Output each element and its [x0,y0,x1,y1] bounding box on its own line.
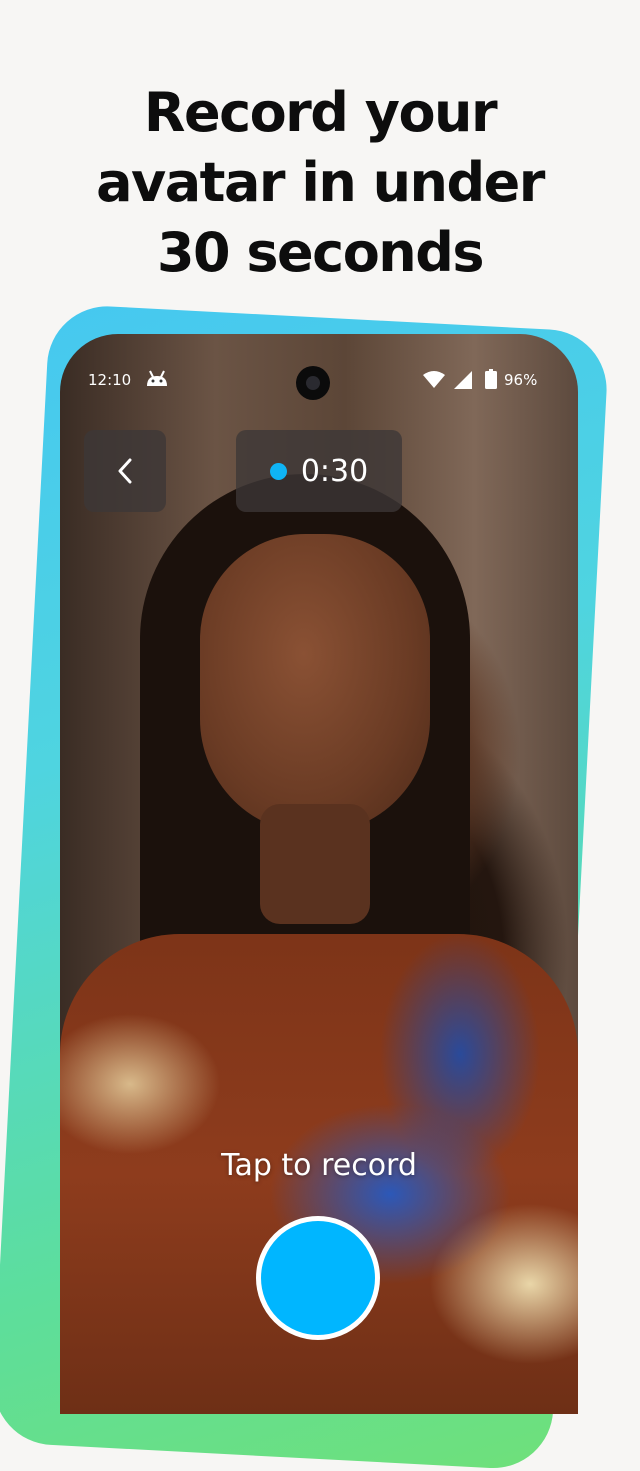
preview-face [200,534,430,834]
preview-neck [260,804,370,924]
status-time: 12:10 [88,371,132,389]
wifi-icon [423,371,445,388]
headline-line-2: avatar in under [96,151,545,214]
recording-timer: 0:30 [236,430,402,512]
recording-dot-icon [269,462,287,480]
headline: Record your avatar in under 30 seconds [0,78,640,288]
signal-icon [454,371,472,389]
android-icon [147,370,167,386]
headline-line-1: Record your [143,81,498,144]
front-camera [296,366,330,400]
headline-line-3: 30 seconds [156,221,485,284]
phone-screen: 12:10 96% 0:30 Tap to record [60,334,578,1414]
status-bar: 12:10 96% [60,366,578,400]
battery-icon [485,369,497,389]
chevron-left-icon [118,458,132,484]
timer-value: 0:30 [300,453,369,489]
battery-percentage: 96% [504,371,538,389]
record-button[interactable] [256,1216,380,1340]
back-button[interactable] [84,430,166,512]
tap-to-record-label: Tap to record [221,1148,417,1183]
